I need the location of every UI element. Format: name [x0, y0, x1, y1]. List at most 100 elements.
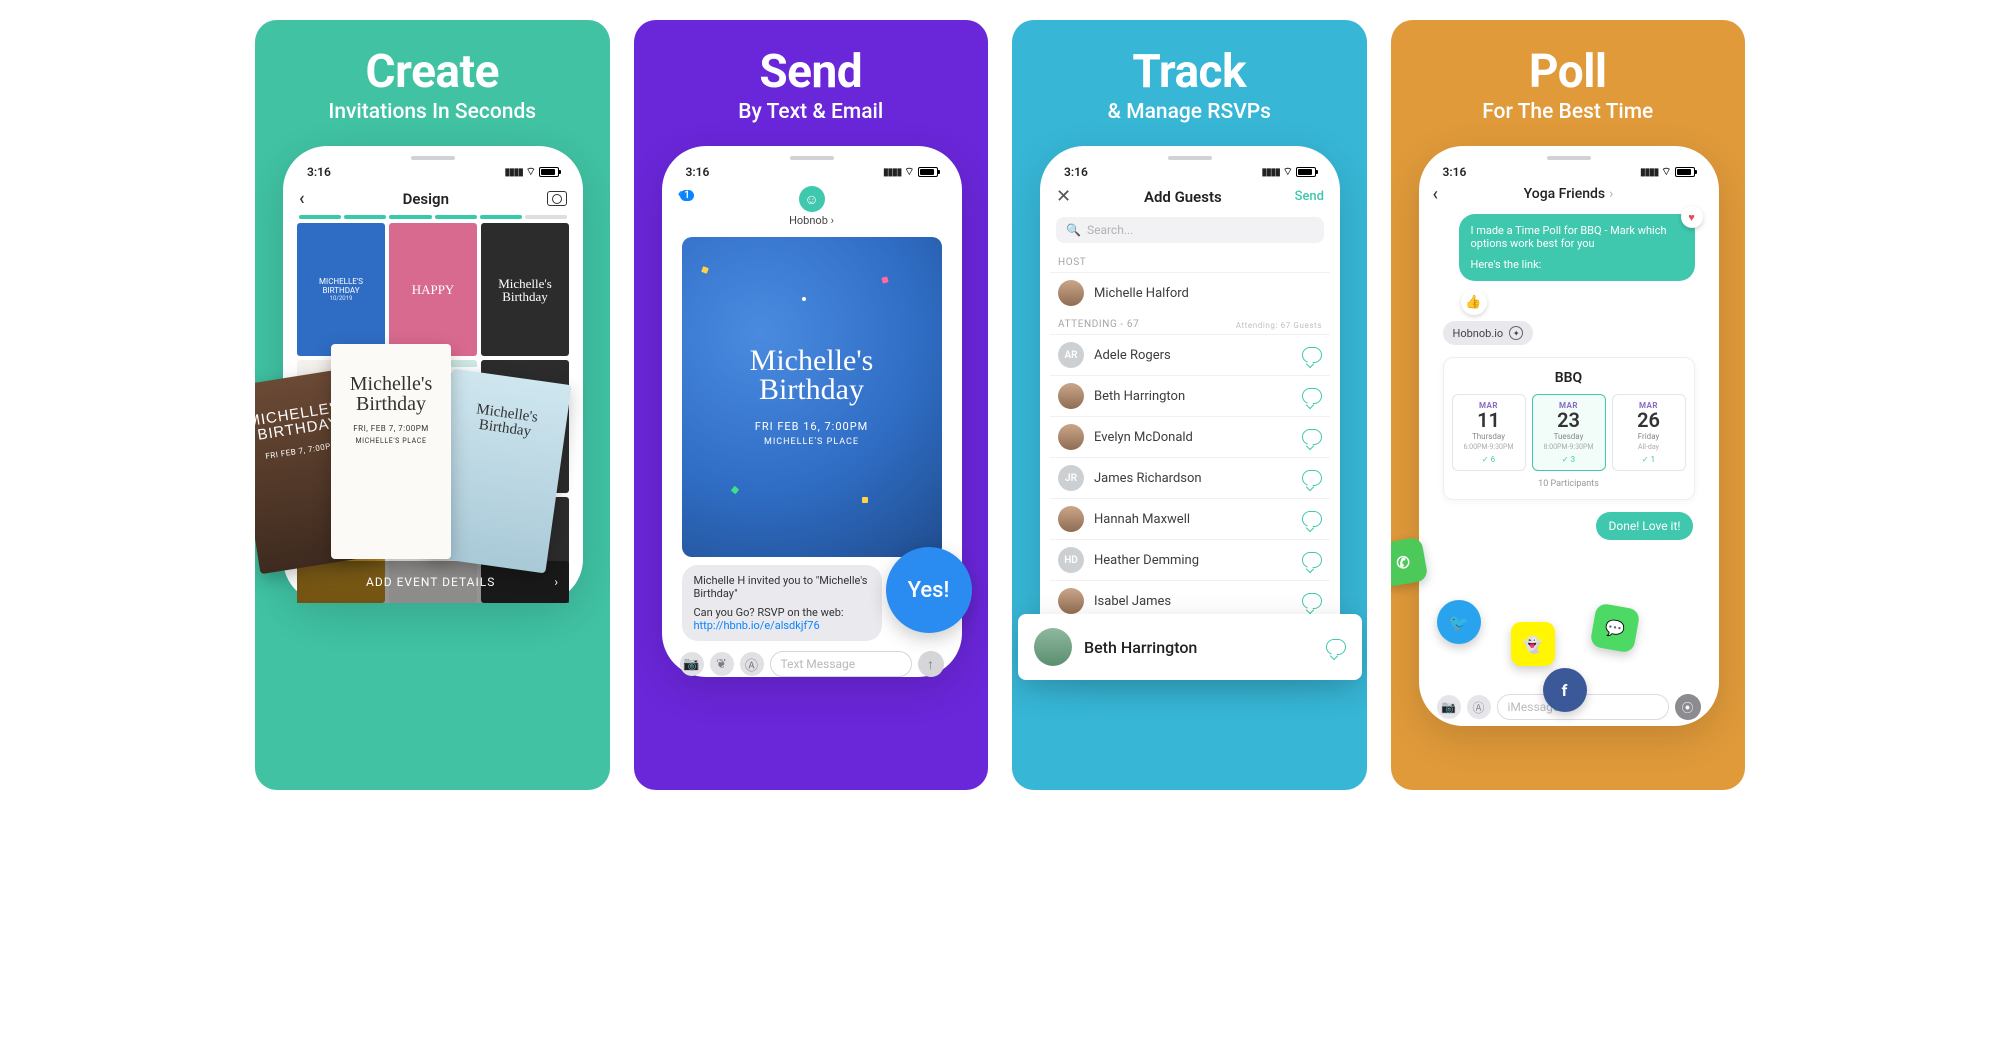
template-tile[interactable]: MICHELLE'S BIRTHDAY10/2019 — [297, 223, 385, 356]
thumbs-up-reaction-icon[interactable]: 👍 — [1461, 289, 1487, 315]
heart-hands-icon[interactable]: ❦ — [710, 652, 734, 676]
template-tile[interactable]: Michelle's Birthday — [389, 360, 477, 493]
yes-button[interactable]: Yes! — [886, 547, 972, 633]
avatar — [1058, 424, 1084, 450]
panel-subtitle: Invitations In Seconds — [283, 100, 582, 124]
template-tile[interactable]: michelle's birthday — [481, 360, 569, 493]
chevron-right-icon: › — [554, 575, 559, 589]
guest-row[interactable]: HDHeather Demming — [1050, 539, 1330, 580]
chat-icon[interactable] — [1302, 593, 1322, 609]
template-grid[interactable]: MICHELLE'S BIRTHDAY10/2019 HAPPY Michell… — [293, 223, 573, 603]
message-input-bar: 📷 ❦ Ⓐ Text Message ↑ — [672, 645, 952, 677]
send-button[interactable]: Send — [1295, 189, 1324, 204]
rsvp-link[interactable]: http://hbnb.io/e/alsdkjf76 — [694, 619, 820, 632]
avatar: AR — [1058, 342, 1084, 368]
chat-icon[interactable] — [1302, 388, 1322, 404]
back-icon[interactable]: ‹1 — [678, 184, 694, 202]
avatar — [1058, 280, 1084, 306]
panel-subtitle: & Manage RSVPs — [1040, 100, 1339, 124]
camera-icon[interactable]: 📷 — [680, 652, 704, 676]
host-section-header: HOST — [1050, 251, 1330, 272]
message-input[interactable]: Text Message — [770, 651, 912, 677]
chat-icon[interactable] — [1302, 470, 1322, 486]
search-input[interactable]: 🔍 Search... — [1056, 217, 1324, 243]
design-topbar: ‹ Design — [293, 184, 573, 215]
status-bar: 3:16 ▮▮▮▮⌔ — [1050, 162, 1330, 184]
guest-row[interactable]: Beth Harrington — [1050, 375, 1330, 416]
appstore-icon[interactable]: Ⓐ — [740, 652, 764, 676]
close-icon[interactable]: ✕ — [1056, 186, 1071, 207]
outgoing-message: ♥ I made a Time Poll for BBQ - Mark whic… — [1459, 214, 1695, 281]
phone-frame: 3:16 ▮▮▮▮ ⌔ ‹ Design MICHELLE'S BIRTHDAY… — [283, 146, 583, 603]
add-guests-topbar: ✕ Add Guests Send — [1050, 184, 1330, 213]
status-time: 3:16 — [1443, 165, 1467, 179]
phone-frame: 3:16 ▮▮▮▮⌔ ‹1 ☺ Hobnob › Michelle's Birt… — [662, 146, 962, 677]
avatar — [1034, 628, 1072, 666]
battery-icon — [539, 167, 559, 177]
chat-icon[interactable] — [1302, 429, 1322, 445]
progress-segments — [293, 215, 573, 223]
status-time: 3:16 — [686, 165, 710, 179]
host-row[interactable]: Michelle Halford — [1050, 272, 1330, 313]
poll-date-option[interactable]: MAR26FridayAll-day✓ 1 — [1612, 394, 1686, 471]
status-bar: 3:16 ▮▮▮▮⌔ — [1429, 162, 1709, 184]
twitter-icon: 🐦 — [1437, 600, 1481, 644]
wifi-icon: ⌔ — [526, 165, 536, 179]
status-right: ▮▮▮▮ ⌔ — [505, 165, 559, 179]
camera-icon[interactable] — [547, 191, 567, 206]
chat-topbar: ‹ Yoga Friends› — [1429, 184, 1709, 210]
panel-poll: Poll For The Best Time 3:16 ▮▮▮▮⌔ ‹ Yoga… — [1391, 20, 1746, 790]
guest-row[interactable]: JRJames Richardson — [1050, 457, 1330, 498]
avatar: HD — [1058, 547, 1084, 573]
guest-list: ARAdele RogersBeth HarringtonEvelyn McDo… — [1050, 334, 1330, 662]
camera-icon[interactable]: 📷 — [1437, 695, 1461, 719]
notch — [1547, 156, 1591, 160]
invitation-image[interactable]: Michelle's Birthday FRI FEB 16, 7:00PM M… — [682, 237, 942, 557]
template-tile[interactable]: MICHELLE'S BIRTHDAY — [297, 360, 385, 493]
poll-date-option[interactable]: MAR23Tuesday8:00PM-9:30PM✓ 3 — [1532, 394, 1606, 471]
chat-icon[interactable] — [1326, 639, 1346, 655]
poll-date-option[interactable]: MAR11Thursday6:00PM-9:30PM✓ 6 — [1452, 394, 1526, 471]
heart-reaction-icon[interactable]: ♥ — [1681, 206, 1703, 228]
floating-guest-card[interactable]: Beth Harrington — [1018, 614, 1362, 680]
signal-icon: ▮▮▮▮ — [505, 167, 523, 178]
messages-icon: 💬 — [1589, 603, 1640, 654]
panel-title: Create — [283, 48, 582, 96]
panel-create: Create Invitations In Seconds 3:16 ▮▮▮▮ … — [255, 20, 610, 790]
poll-card[interactable]: BBQ MAR11Thursday6:00PM-9:30PM✓ 6MAR23Tu… — [1443, 357, 1695, 500]
panel-track: Track & Manage RSVPs 3:16 ▮▮▮▮⌔ ✕ Add Gu… — [1012, 20, 1367, 790]
phone-frame: 3:16 ▮▮▮▮⌔ ✕ Add Guests Send 🔍 Search...… — [1040, 146, 1340, 662]
panel-subtitle: By Text & Email — [662, 100, 961, 124]
back-icon[interactable]: ‹ — [299, 188, 305, 209]
audio-wave-icon[interactable]: ⦿ — [1675, 694, 1701, 720]
screen-title: Add Guests — [1144, 188, 1222, 206]
guest-row[interactable]: Hannah Maxwell — [1050, 498, 1330, 539]
message-bubble: Michelle H invited you to "Michelle's Bi… — [682, 565, 882, 641]
screen-title: Design — [403, 190, 449, 208]
guest-row[interactable]: Evelyn McDonald — [1050, 416, 1330, 457]
notch — [790, 156, 834, 160]
appstore-icon[interactable]: Ⓐ — [1467, 695, 1491, 719]
poll-dates: MAR11Thursday6:00PM-9:30PM✓ 6MAR23Tuesda… — [1452, 394, 1686, 471]
chat-icon[interactable] — [1302, 552, 1322, 568]
template-tile[interactable]: Michelle's Birthday — [481, 223, 569, 356]
panel-subtitle: For The Best Time — [1419, 100, 1718, 124]
template-tile[interactable]: HAPPY — [389, 223, 477, 356]
panel-title: Track — [1040, 48, 1339, 96]
chat-header: ‹1 ☺ Hobnob › — [672, 184, 952, 233]
status-time: 3:16 — [307, 165, 331, 179]
guest-row[interactable]: ARAdele Rogers — [1050, 334, 1330, 375]
back-icon[interactable]: ‹ — [1433, 184, 1439, 205]
send-icon[interactable]: ↑ — [918, 651, 944, 677]
attending-section-header: ATTENDING - 67Attending: 67 Guests — [1050, 313, 1330, 334]
contact-avatar[interactable]: ☺ — [799, 186, 825, 212]
chat-icon[interactable] — [1302, 511, 1322, 527]
chat-body: ♥ I made a Time Poll for BBQ - Mark whic… — [1429, 214, 1709, 664]
chat-icon[interactable] — [1302, 347, 1322, 363]
search-icon: 🔍 — [1066, 223, 1081, 237]
add-event-details-button[interactable]: ADD EVENT DETAILS › — [297, 561, 569, 603]
link-pill[interactable]: Hobnob.io ✦ — [1443, 321, 1534, 345]
notch — [411, 156, 455, 160]
facebook-icon: f — [1543, 668, 1587, 712]
compass-icon: ✦ — [1509, 326, 1523, 340]
